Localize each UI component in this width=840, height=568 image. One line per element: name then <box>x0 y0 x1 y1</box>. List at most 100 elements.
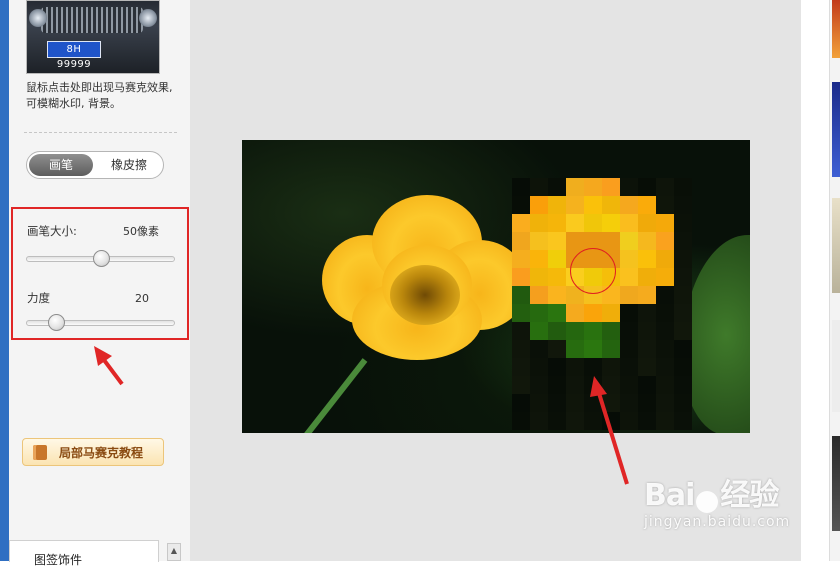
mosaic-cell <box>548 304 566 322</box>
mosaic-cell <box>602 232 620 250</box>
mosaic-hint-text: 鼠标点击处即出现马赛克效果, 可模糊水印, 背景。 <box>26 81 173 110</box>
mosaic-cell <box>584 214 602 232</box>
mosaic-cell <box>512 214 530 232</box>
mosaic-cell <box>530 304 548 322</box>
mosaic-cell <box>548 214 566 232</box>
mosaic-cell <box>638 304 656 322</box>
mosaic-cell <box>512 268 530 286</box>
mosaic-cell <box>674 178 692 196</box>
panel-list[interactable]: 图签饰件 <box>9 540 159 567</box>
mosaic-cell <box>656 304 674 322</box>
mosaic-cell <box>656 376 674 394</box>
mosaic-cell <box>584 178 602 196</box>
mosaic-cell <box>566 412 584 430</box>
mosaic-cell <box>674 304 692 322</box>
mosaic-cell <box>512 250 530 268</box>
mosaic-cell <box>548 196 566 214</box>
headlight-left <box>29 9 47 27</box>
mosaic-cell <box>530 340 548 358</box>
edited-photo[interactable] <box>242 140 750 433</box>
mosaic-cell <box>512 394 530 412</box>
mosaic-cell <box>638 376 656 394</box>
desktop-edge-strip <box>0 0 9 561</box>
mosaic-cell <box>656 232 674 250</box>
brush-mode-toggle[interactable]: 画笔 橡皮擦 <box>26 151 164 179</box>
mosaic-cell <box>620 394 638 412</box>
mosaic-cell <box>548 232 566 250</box>
mosaic-cell <box>566 304 584 322</box>
mosaic-cell <box>638 340 656 358</box>
mosaic-cell <box>620 214 638 232</box>
mosaic-cell <box>638 268 656 286</box>
mosaic-cell <box>584 376 602 394</box>
car-grille <box>41 7 143 33</box>
mosaic-cell <box>548 322 566 340</box>
mosaic-cell <box>530 376 548 394</box>
eraser-mode-button[interactable]: 橡皮擦 <box>97 152 161 178</box>
mosaic-cell <box>620 250 638 268</box>
mosaic-cell <box>548 394 566 412</box>
thumbnail-image[interactable] <box>832 436 840 531</box>
dashed-divider <box>24 132 177 133</box>
mosaic-cell <box>620 268 638 286</box>
mosaic-cell <box>602 394 620 412</box>
mosaic-cell <box>638 358 656 376</box>
mosaic-cell <box>512 340 530 358</box>
mosaic-cell <box>638 178 656 196</box>
squash-flower <box>312 195 532 365</box>
mosaic-cell <box>674 214 692 232</box>
thumbnail-image[interactable] <box>832 320 840 412</box>
mosaic-cell <box>548 268 566 286</box>
mosaic-cell <box>638 394 656 412</box>
mosaic-cell <box>656 394 674 412</box>
mosaic-cell <box>566 214 584 232</box>
brush-cursor-circle <box>570 248 616 294</box>
mosaic-cell <box>602 178 620 196</box>
right-thumbnail-strip[interactable] <box>829 0 840 561</box>
mosaic-cell <box>512 358 530 376</box>
mosaic-cell <box>674 286 692 304</box>
mosaic-cell <box>674 322 692 340</box>
mosaic-cell <box>548 286 566 304</box>
mosaic-cell <box>674 250 692 268</box>
mosaic-cell <box>584 196 602 214</box>
mosaic-cell <box>602 304 620 322</box>
mosaic-cell <box>656 322 674 340</box>
mosaic-cell <box>656 340 674 358</box>
mosaic-cell <box>656 196 674 214</box>
mosaic-cell <box>548 358 566 376</box>
scroll-up-arrow-icon[interactable]: ▲ <box>167 543 181 561</box>
mosaic-cell <box>656 178 674 196</box>
mosaic-cell <box>530 286 548 304</box>
watermark-suffix: 经验 <box>720 478 779 513</box>
mosaic-cell <box>638 232 656 250</box>
mosaic-cell <box>656 358 674 376</box>
mosaic-cell <box>566 196 584 214</box>
mosaic-cell <box>638 196 656 214</box>
brush-mode-button[interactable]: 画笔 <box>29 154 93 176</box>
mosaic-cell <box>674 196 692 214</box>
thumbnail-image[interactable] <box>832 82 840 177</box>
thumbnail-image[interactable] <box>832 198 840 293</box>
mosaic-cell <box>530 250 548 268</box>
mosaic-cell <box>674 232 692 250</box>
list-item[interactable]: 图签饰件 <box>34 551 82 568</box>
mosaic-cell <box>530 178 548 196</box>
mosaic-cell <box>638 412 656 430</box>
headlight-right <box>139 9 157 27</box>
mosaic-cell <box>548 250 566 268</box>
mosaic-cell <box>620 178 638 196</box>
mosaic-cell <box>512 376 530 394</box>
thumbnail-image[interactable] <box>832 0 840 58</box>
mosaic-cell <box>620 376 638 394</box>
mosaic-tutorial-button[interactable]: 局部马赛克教程 <box>22 438 164 466</box>
mosaic-cell <box>530 358 548 376</box>
mosaic-cell <box>512 412 530 430</box>
mosaic-cell <box>512 196 530 214</box>
mosaic-cell <box>602 376 620 394</box>
mosaic-cell <box>530 322 548 340</box>
mosaic-cell <box>584 358 602 376</box>
mosaic-cell <box>512 322 530 340</box>
mosaic-cell <box>656 214 674 232</box>
mosaic-cell <box>620 232 638 250</box>
